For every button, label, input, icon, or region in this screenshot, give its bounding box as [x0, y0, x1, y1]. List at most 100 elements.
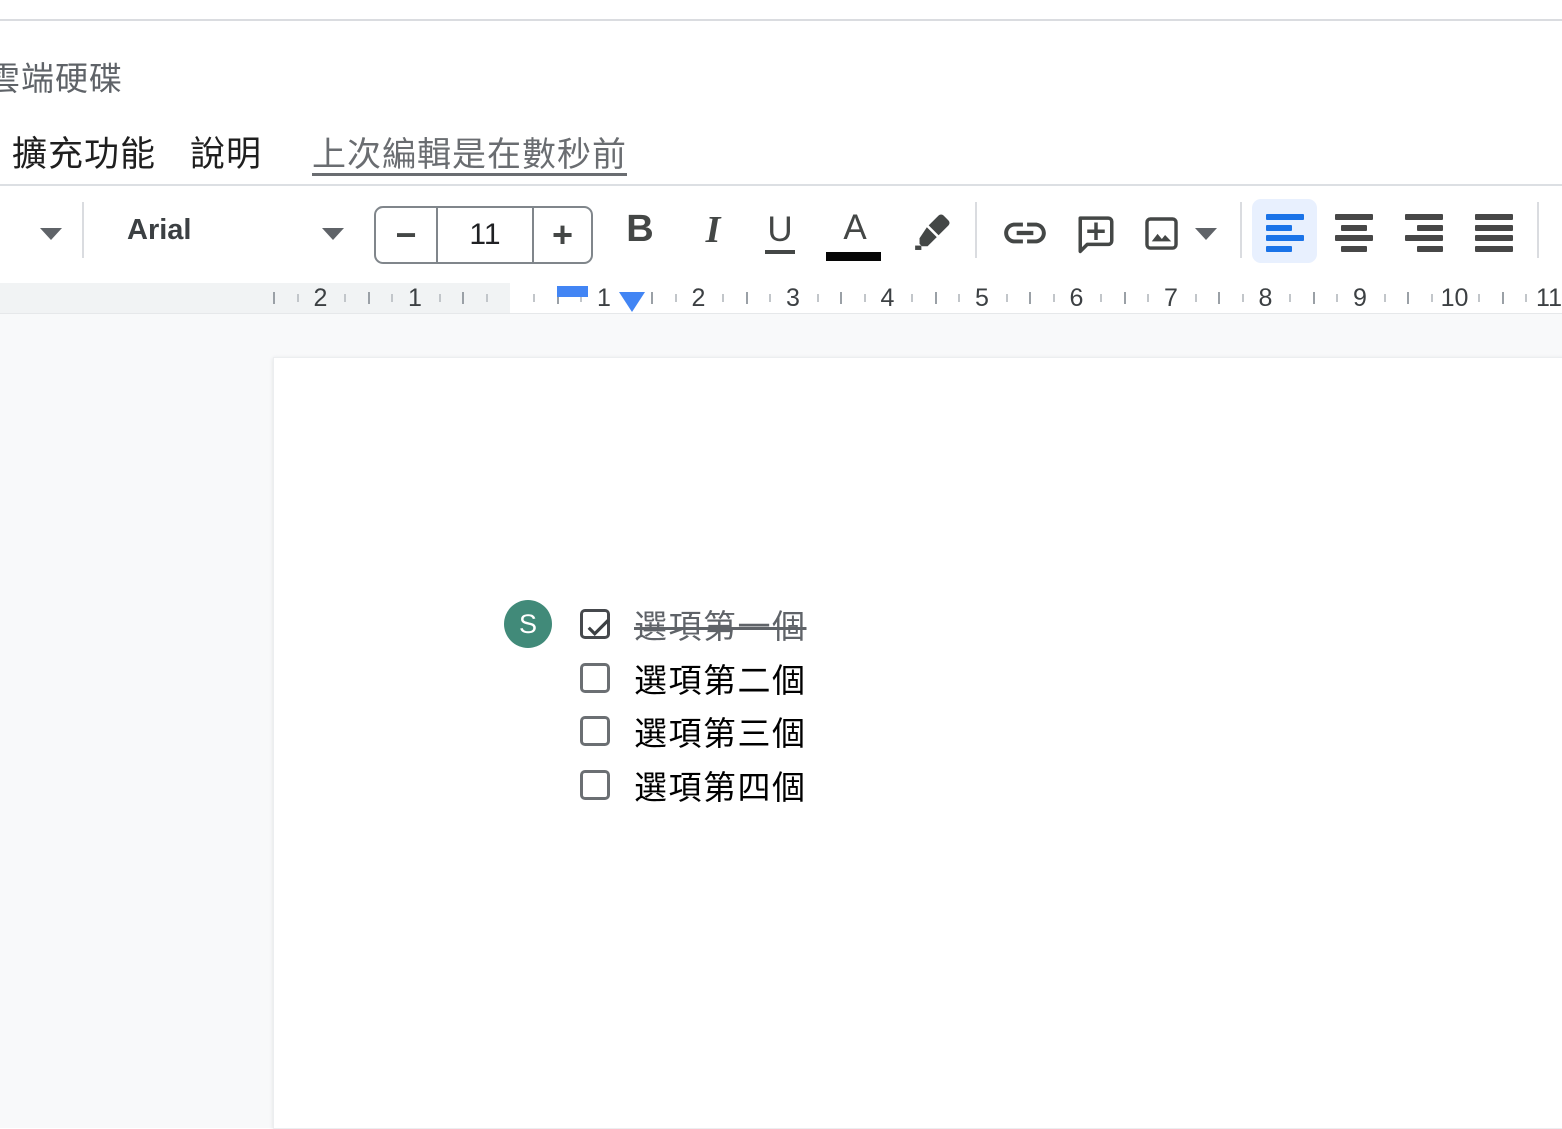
toolbar-separator — [1240, 202, 1242, 258]
formatting-toolbar: Arial − 11 + B I U A — [0, 186, 1562, 282]
justify-icon[interactable] — [1475, 214, 1513, 256]
ruler-tick — [439, 294, 441, 302]
font-family-select[interactable]: Arial — [127, 214, 191, 247]
checklist-item: 選項第四個 — [578, 759, 1278, 813]
font-dropdown-caret-icon[interactable] — [322, 228, 344, 240]
toolbar-separator — [82, 202, 84, 258]
checklist-item: 選項第二個 — [578, 652, 1278, 706]
ruler-tick — [1478, 294, 1480, 302]
ruler-tick — [1053, 294, 1055, 302]
ruler-tick — [1006, 294, 1008, 302]
menu-bar: 擴充功能 說明 上次編輯是在數秒前 — [0, 120, 1562, 180]
checkbox-unchecked[interactable] — [580, 716, 610, 746]
ruler-number: 8 — [1259, 284, 1273, 312]
ruler-tick — [1502, 292, 1504, 304]
menu-help[interactable]: 說明 — [190, 126, 262, 177]
ruler-number: 10 — [1441, 284, 1469, 312]
ruler-tick — [769, 294, 771, 302]
ruler-tick — [1218, 292, 1220, 304]
link-icon[interactable] — [1000, 215, 1050, 251]
ruler-tick — [1124, 292, 1126, 304]
ruler-tick — [864, 294, 866, 302]
image-caret-icon[interactable] — [1195, 228, 1217, 240]
ruler-tick — [675, 294, 677, 302]
checkbox-unchecked[interactable] — [580, 770, 610, 800]
align-left-icon[interactable] — [1266, 214, 1304, 256]
add-comment-icon[interactable] — [1075, 212, 1117, 254]
checklist-item-text[interactable]: 選項第一個 — [634, 607, 807, 647]
toolbar-separator — [975, 202, 977, 258]
align-center-icon[interactable] — [1335, 214, 1373, 256]
bold-button[interactable]: B — [618, 208, 662, 251]
checklist-item: 選項第一個 — [578, 598, 1278, 652]
checklist-item: 選項第三個 — [578, 705, 1278, 759]
ruler-number: 4 — [881, 284, 895, 312]
ruler-tick — [911, 294, 913, 302]
ruler-tick — [840, 292, 842, 304]
ruler-tick — [1195, 294, 1197, 302]
ruler-page-area — [510, 283, 1562, 313]
ruler-number: 1 — [597, 284, 611, 312]
ruler-tick — [1289, 294, 1291, 302]
left-indent-marker[interactable] — [619, 292, 645, 312]
ruler-tick — [1029, 292, 1031, 304]
font-size-control: − 11 + — [374, 206, 593, 264]
text-color-button[interactable]: A — [830, 208, 880, 248]
checklist-item-text[interactable]: 選項第四個 — [634, 768, 807, 808]
checkbox-unchecked[interactable] — [580, 663, 610, 693]
google-docs-window: 雲端硬碟 擴充功能 說明 上次編輯是在數秒前 Arial − 11 + B I … — [0, 0, 1562, 1128]
text-color-swatch — [826, 252, 881, 261]
collaborator-avatar: S — [504, 600, 552, 648]
insert-image-icon[interactable] — [1141, 213, 1182, 254]
ruler-tick — [958, 294, 960, 302]
ruler-tick — [533, 294, 535, 302]
decrease-font-size-button[interactable]: − — [376, 208, 436, 262]
increase-font-size-button[interactable]: + — [534, 208, 591, 262]
horizontal-ruler: 211234567891011 — [0, 283, 1562, 314]
ruler-tick — [935, 292, 937, 304]
highlighter-icon[interactable] — [910, 210, 954, 254]
ruler-tick — [1384, 294, 1386, 302]
ruler-number: 7 — [1164, 284, 1178, 312]
ruler-tick — [722, 294, 724, 302]
ruler-number: 3 — [786, 284, 800, 312]
ruler-tick — [1525, 294, 1527, 302]
ruler-tick — [1147, 294, 1149, 302]
menu-extensions[interactable]: 擴充功能 — [12, 126, 156, 177]
menu-caret-icon[interactable] — [40, 228, 62, 240]
drive-location-label: 雲端硬碟 — [0, 52, 123, 100]
ruler-tick — [746, 292, 748, 304]
align-right-icon[interactable] — [1405, 214, 1443, 256]
checklist-item-text[interactable]: 選項第二個 — [634, 661, 807, 701]
ruler-tick — [273, 292, 275, 304]
ruler-tick — [391, 294, 393, 302]
ruler-tick — [1336, 294, 1338, 302]
ruler-tick — [297, 294, 299, 302]
ruler-number: 2 — [314, 284, 328, 312]
checklist-item-text[interactable]: 選項第三個 — [634, 714, 807, 754]
ruler-number: 2 — [692, 284, 706, 312]
underline-button[interactable]: U — [758, 210, 802, 250]
ruler-tick — [817, 294, 819, 302]
last-edit-link[interactable]: 上次編輯是在數秒前 — [312, 127, 627, 176]
ruler-number: 5 — [975, 284, 989, 312]
font-size-input[interactable]: 11 — [436, 208, 534, 262]
toolbar-separator — [1537, 202, 1539, 258]
ruler-number: 9 — [1353, 284, 1367, 312]
italic-button[interactable]: I — [695, 208, 731, 252]
ruler-number: 1 — [408, 284, 422, 312]
ruler-tick — [462, 292, 464, 304]
ruler-tick — [486, 294, 488, 302]
ruler-number: 6 — [1070, 284, 1084, 312]
ruler-tick — [368, 292, 370, 304]
titlebar-divider — [0, 19, 1562, 21]
ruler-tick — [651, 292, 653, 304]
ruler-tick — [1407, 292, 1409, 304]
first-line-indent-marker[interactable] — [557, 286, 588, 297]
checkbox-checked[interactable] — [580, 609, 610, 639]
ruler-tick — [1431, 294, 1433, 302]
ruler-tick — [1100, 294, 1102, 302]
ruler-tick — [344, 294, 346, 302]
ruler-tick — [1242, 294, 1244, 302]
ruler-number: 11 — [1536, 284, 1562, 312]
